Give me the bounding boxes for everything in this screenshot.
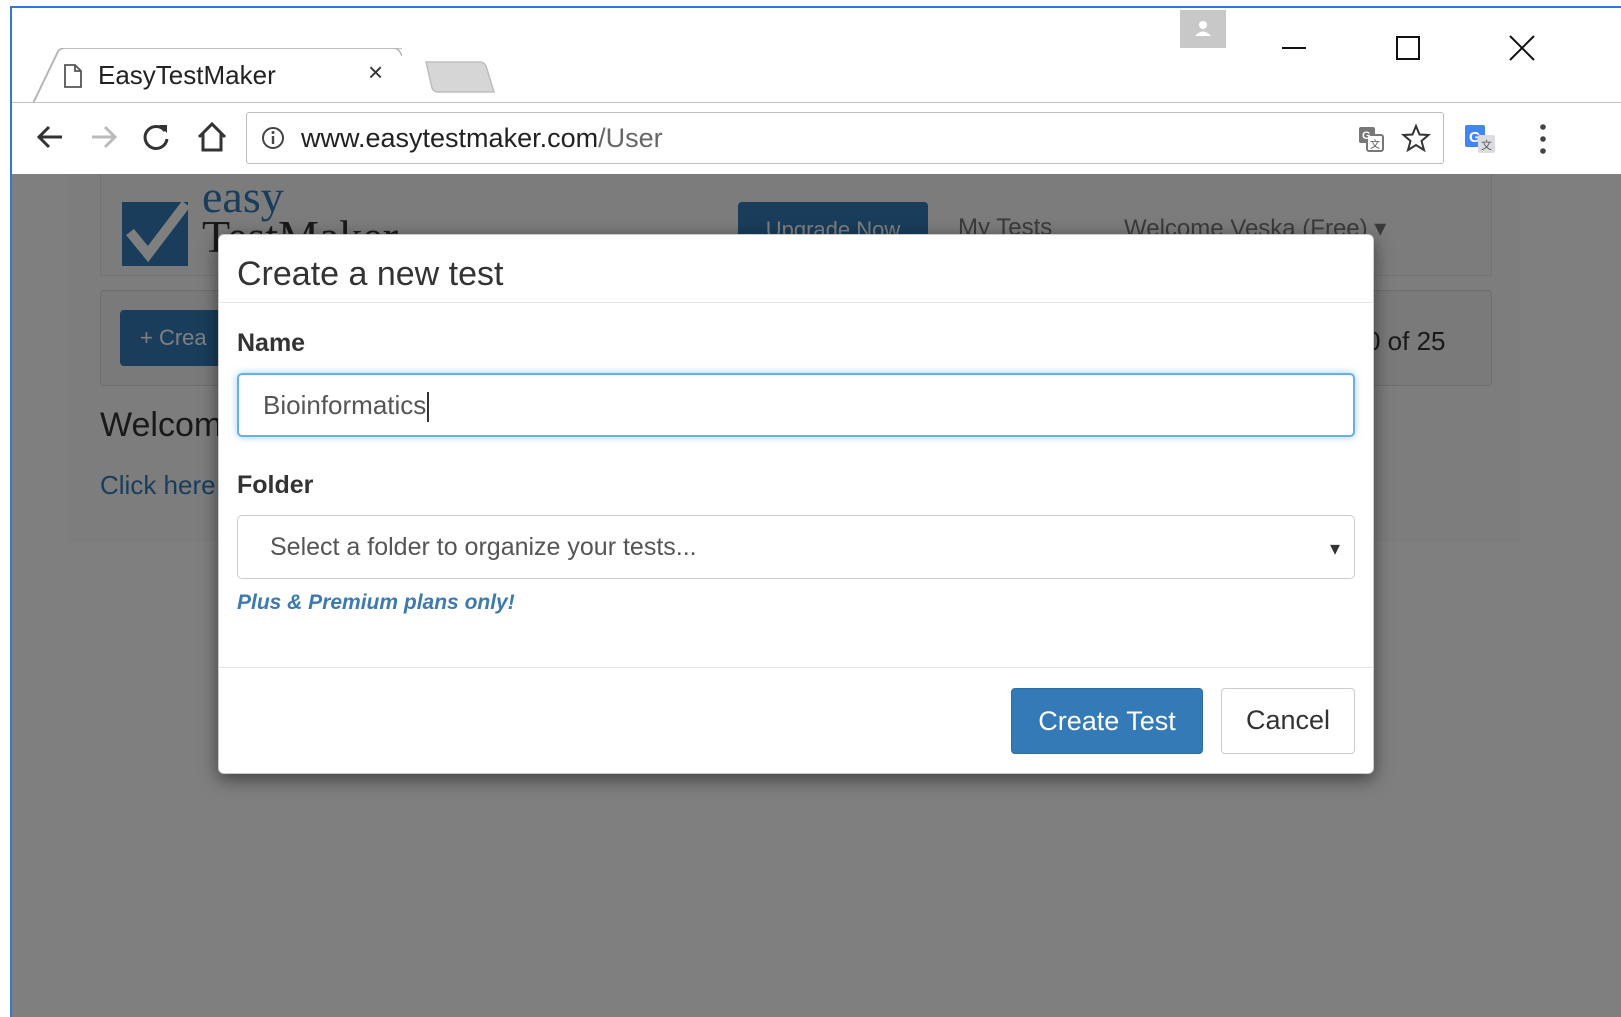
create-test-dialog: Create a new test Name Bioinformatics Fo… <box>218 234 1374 774</box>
folder-label: Folder <box>237 471 314 499</box>
modal-header: Create a new test <box>219 235 1373 303</box>
url-host: www.easytestmaker.com <box>301 123 599 153</box>
url-text: www.easytestmaker.com/User <box>301 123 663 154</box>
star-icon[interactable] <box>1401 123 1431 153</box>
google-translate-icon[interactable]: G 文 <box>1464 123 1496 155</box>
maximize-icon[interactable] <box>1388 28 1428 68</box>
cancel-button[interactable]: Cancel <box>1221 688 1355 754</box>
home-icon[interactable] <box>194 119 230 155</box>
modal-title: Create a new test <box>237 255 504 293</box>
forward-icon[interactable] <box>86 119 122 155</box>
back-icon[interactable] <box>32 119 68 155</box>
name-input[interactable]: Bioinformatics <box>237 373 1355 437</box>
address-bar[interactable]: www.easytestmaker.com/User G 文 <box>246 112 1444 164</box>
info-icon[interactable] <box>261 126 285 150</box>
name-label: Name <box>237 329 306 357</box>
svg-text:文: 文 <box>1481 138 1492 152</box>
text-caret <box>427 392 430 423</box>
url-path: /User <box>598 123 663 153</box>
name-input-value: Bioinformatics <box>263 390 430 423</box>
plan-note: Plus & Premium plans only! <box>237 591 515 614</box>
new-tab-button[interactable] <box>424 60 496 94</box>
browser-toolbar: www.easytestmaker.com/User G 文 G 文 <box>12 102 1621 174</box>
translate-icon[interactable]: G 文 <box>1357 125 1385 153</box>
browser-window: EasyTestMaker × www.easytestmaker.com/Us… <box>10 6 1621 1017</box>
tab-bar: EasyTestMaker × <box>12 8 1621 106</box>
create-test-submit-button[interactable]: Create Test <box>1011 688 1203 754</box>
page-icon <box>64 64 82 88</box>
chevron-down-icon: ▾ <box>1329 538 1340 560</box>
folder-placeholder: Select a folder to organize your tests..… <box>270 533 697 561</box>
reload-icon[interactable] <box>138 119 174 155</box>
window-close-icon[interactable] <box>1502 28 1542 68</box>
svg-text:文: 文 <box>1370 138 1380 151</box>
close-icon[interactable]: × <box>368 59 388 85</box>
folder-select[interactable]: Select a folder to organize your tests..… <box>237 515 1355 579</box>
more-menu-icon[interactable] <box>1538 121 1548 157</box>
name-input-text: Bioinformatics <box>263 390 427 420</box>
modal-footer: Create Test Cancel <box>219 667 1373 773</box>
tab-title: EasyTestMaker <box>98 60 276 90</box>
minimize-icon[interactable] <box>1274 28 1314 68</box>
profile-icon[interactable] <box>1180 10 1226 48</box>
